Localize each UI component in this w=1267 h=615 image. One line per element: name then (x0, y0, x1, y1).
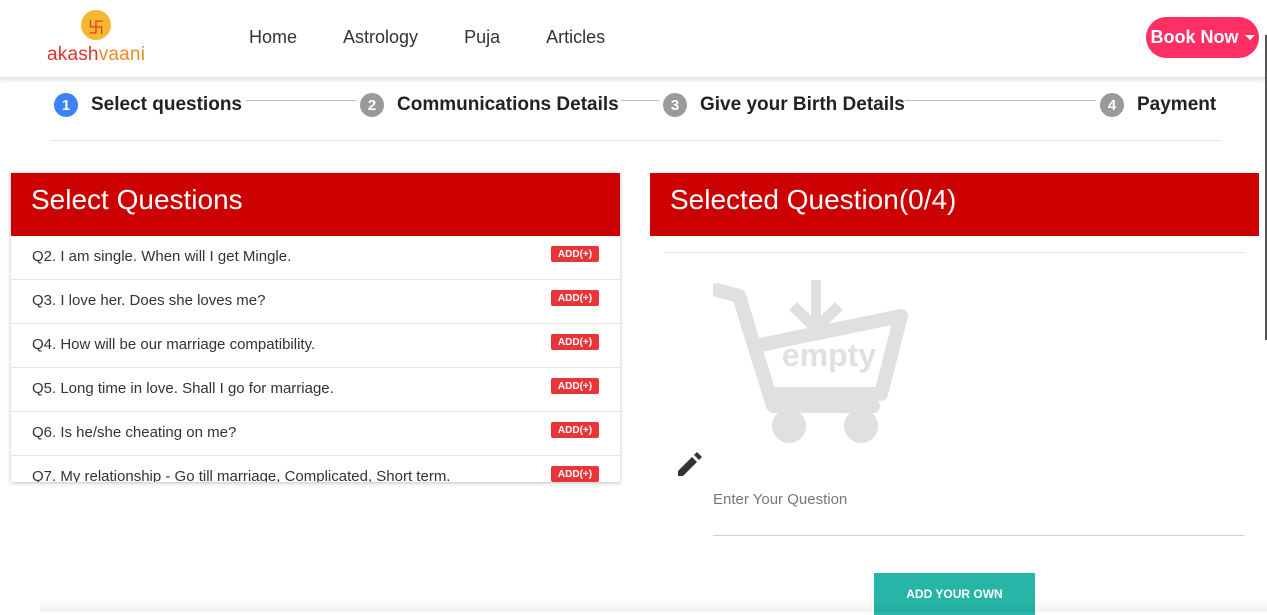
step-connector (905, 100, 1096, 101)
question-row: Q5. Long time in love. Shall I go for ma… (11, 368, 620, 412)
question-text: Q3. I love her. Does she loves me? (32, 292, 266, 309)
empty-label: empty (782, 337, 876, 373)
step-payment[interactable]: 4 Payment (1100, 93, 1216, 117)
logo-text-part2: vaani (98, 44, 146, 65)
selected-question-title: Selected Question(0/4) (650, 173, 1259, 236)
caret-down-icon (1244, 35, 1255, 40)
add-question-button[interactable]: ADD(+) (551, 334, 599, 350)
logo-text-part1: akash (47, 44, 99, 65)
select-questions-title: Select Questions (11, 173, 620, 236)
nav-astrology[interactable]: Astrology (343, 27, 418, 48)
step-communications-details[interactable]: 2 Communications Details (360, 93, 619, 117)
add-question-button[interactable]: ADD(+) (551, 246, 599, 262)
question-row: Q3. I love her. Does she loves me? ADD(+… (11, 280, 620, 324)
step-number: 1 (54, 93, 78, 117)
nav-home[interactable]: Home (249, 27, 297, 48)
question-text: Q2. I am single. When will I get Mingle. (32, 248, 292, 265)
step-label: Payment (1137, 94, 1217, 115)
step-label: Select questions (91, 94, 242, 115)
step-connector (246, 100, 356, 101)
book-now-label: Book Now (1150, 27, 1239, 47)
question-text: Q7. My relationship - Go till marriage, … (32, 468, 451, 482)
step-number: 4 (1100, 93, 1124, 117)
nav-puja[interactable]: Puja (464, 27, 500, 48)
pencil-icon (678, 452, 702, 476)
step-number: 2 (360, 93, 384, 117)
akashvaani-logo[interactable]: 卐 akashvaani (47, 10, 157, 68)
add-question-button[interactable]: ADD(+) (551, 422, 599, 438)
step-label: Give your Birth Details (700, 94, 905, 115)
question-text: Q5. Long time in love. Shall I go for ma… (32, 380, 334, 397)
step-label: Communications Details (397, 94, 619, 115)
logo-mark-glyph: 卐 (87, 18, 104, 37)
logo-text: akashvaani (47, 44, 145, 66)
question-list[interactable]: Q2. I am single. When will I get Mingle.… (11, 236, 620, 482)
footer-shadow (40, 598, 1267, 612)
question-row: Q2. I am single. When will I get Mingle.… (11, 236, 620, 280)
question-row: Q4. How will be our marriage compatibili… (11, 324, 620, 368)
empty-cart-icon: empty (713, 280, 908, 443)
stepper-divider (50, 140, 1220, 141)
question-text: Q4. How will be our marriage compatibili… (32, 336, 316, 353)
step-birth-details[interactable]: 3 Give your Birth Details (663, 93, 905, 117)
add-question-button[interactable]: ADD(+) (551, 378, 599, 394)
question-row: Q6. Is he/she cheating on me? ADD(+) (11, 412, 620, 456)
nav-articles[interactable]: Articles (546, 27, 605, 48)
swastik-icon: 卐 (81, 10, 111, 40)
step-select-questions[interactable]: 1 Select questions (54, 93, 242, 117)
add-question-button[interactable]: ADD(+) (551, 290, 599, 306)
enter-question-input[interactable] (713, 462, 1244, 536)
select-questions-panel: Select Questions Q2. I am single. When w… (11, 173, 620, 482)
question-text: Q6. Is he/she cheating on me? (32, 424, 237, 441)
book-now-button[interactable]: Book Now (1146, 17, 1259, 58)
main-nav: Home Astrology Puja Articles (249, 27, 651, 48)
top-header: 卐 akashvaani Home Astrology Puja Article… (0, 0, 1267, 78)
step-connector (621, 100, 659, 101)
step-number: 3 (663, 93, 687, 117)
question-row: Q7. My relationship - Go till marriage, … (11, 456, 620, 482)
selected-divider (665, 252, 1245, 253)
add-question-button[interactable]: ADD(+) (551, 466, 599, 482)
